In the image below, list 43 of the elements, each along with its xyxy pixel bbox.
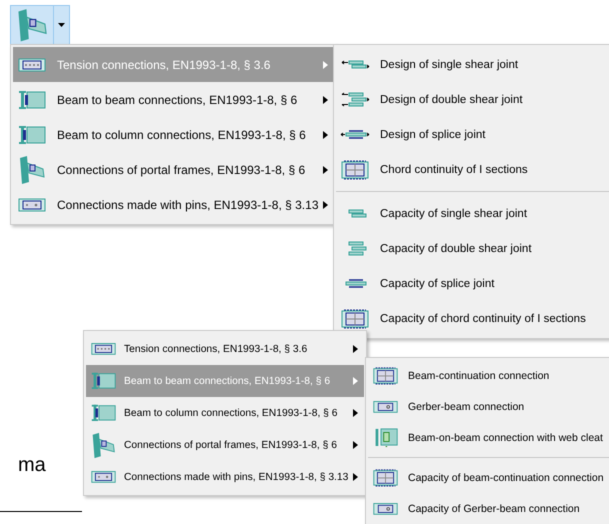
menu-item[interactable]: Beam-on-beam connection with web cleat <box>368 422 609 453</box>
menu-item[interactable]: Design of single shear joint <box>336 47 609 82</box>
menu-item[interactable]: Capacity of single shear joint <box>336 196 609 231</box>
submenu-arrow-icon <box>353 409 358 417</box>
portal-frame-icon <box>17 154 47 184</box>
submenu-arrow-icon <box>323 166 328 174</box>
menu-item[interactable]: Gerber-beam connection <box>368 391 609 422</box>
submenu-arrow-icon <box>323 200 328 208</box>
menu-item[interactable]: Chord continuity of I sections <box>336 152 609 187</box>
menu-item[interactable]: Connections made with pins, EN1993-1-8, § 3.13 <box>86 461 364 493</box>
plate-icon <box>372 468 399 488</box>
menu-item[interactable]: Connections of portal frames, EN1993-1-8, § 6 <box>86 429 364 461</box>
menu-item[interactable]: Capacity of double shear joint <box>336 231 609 266</box>
menu-item[interactable]: Design of splice joint <box>336 117 609 152</box>
beam-joint-icon <box>17 88 47 110</box>
menu-item[interactable]: Beam to beam connections, EN1993-1-8, § 6 <box>13 82 334 117</box>
menu-item[interactable]: Tension connections, EN1993-1-8, § 3.6 <box>86 333 364 365</box>
menu-item[interactable]: Connections of portal frames, EN1993-1-8, § 6 <box>13 152 334 187</box>
submenu-arrow-icon <box>323 130 328 138</box>
plate-icon <box>340 158 370 180</box>
submenu-arrow-icon <box>353 441 358 449</box>
menu-item[interactable]: Beam to column connections, EN1993-1-8, § 6 <box>13 117 334 152</box>
menu-item[interactable]: Beam to column connections, EN1993-1-8, § 6 <box>86 397 364 429</box>
beam-joint-icon <box>90 403 117 423</box>
menu-item[interactable]: Capacity of Gerber-beam connection <box>368 493 609 524</box>
beam-joint-icon <box>90 371 117 391</box>
submenu-arrow-icon <box>353 345 358 353</box>
submenu-arrow-icon <box>323 96 328 104</box>
submenu-arrow-icon <box>323 60 328 68</box>
menu-item[interactable]: Connections made with pins, EN1993-1-8, § 3.13 <box>13 187 334 222</box>
menu-item[interactable]: Capacity of chord continuity of I sections <box>336 301 609 336</box>
beam-joint-icon <box>17 124 47 146</box>
plate-icon <box>340 308 370 330</box>
menu-item[interactable]: Capacity of splice joint <box>336 266 609 301</box>
submenu-arrow-icon <box>353 473 358 481</box>
submenu-arrow-icon <box>353 377 358 385</box>
portal-frame-icon <box>90 432 117 458</box>
caret-icon <box>58 23 65 27</box>
plate-icon <box>372 366 399 386</box>
menu-item[interactable]: Capacity of beam-continuation connection <box>368 462 609 493</box>
partial-text: ma <box>18 454 46 477</box>
menu-item[interactable]: Beam-continuation connection <box>368 360 609 391</box>
menu-item[interactable]: Design of double shear joint <box>336 82 609 117</box>
